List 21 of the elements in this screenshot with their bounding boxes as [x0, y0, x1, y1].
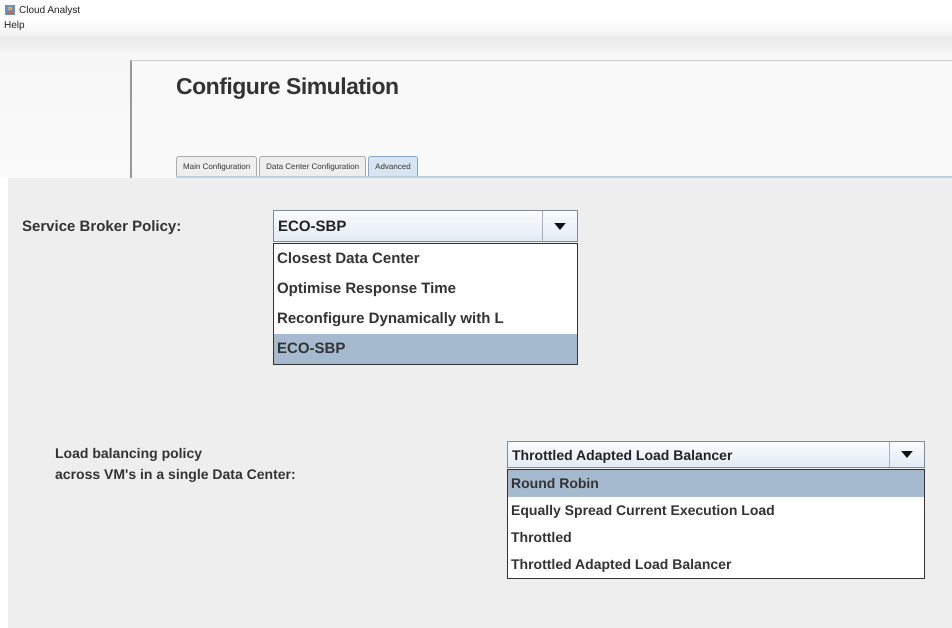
dropdown[interactable]: Throttled Adapted Load Balancer	[507, 441, 925, 468]
list-option[interactable]: Closest Data Center	[274, 244, 577, 274]
setting-label: Load balancing policy across VM's in a single Data Center:	[55, 444, 297, 484]
window-title: Cloud Analyst	[19, 4, 80, 16]
app-icon	[4, 4, 16, 16]
tab[interactable]: Advanced	[368, 156, 418, 176]
setting-label: Service Broker Policy:	[22, 217, 182, 235]
list-option[interactable]: Throttled Adapted Load Balancer	[508, 551, 924, 578]
tab[interactable]: Data Center Configuration	[259, 156, 366, 176]
dropdown[interactable]: ECO-SBP	[273, 210, 578, 242]
tab[interactable]: Main Configuration	[176, 156, 258, 176]
caret-icon	[554, 222, 566, 230]
list-option[interactable]: Round Robin	[508, 470, 924, 497]
list-option[interactable]: Optimise Response Time	[274, 274, 577, 304]
caret-icon	[901, 451, 913, 458]
list-option[interactable]: ECO-SBP	[274, 334, 577, 364]
page-title: Configure Simulation	[176, 73, 400, 100]
list-option[interactable]: Equally Spread Current Execution Load	[508, 497, 924, 524]
list-option[interactable]: Throttled	[508, 524, 924, 551]
menu-item[interactable]: Help	[4, 20, 25, 31]
list-option[interactable]: Reconfigure Dynamically with L	[274, 304, 577, 334]
